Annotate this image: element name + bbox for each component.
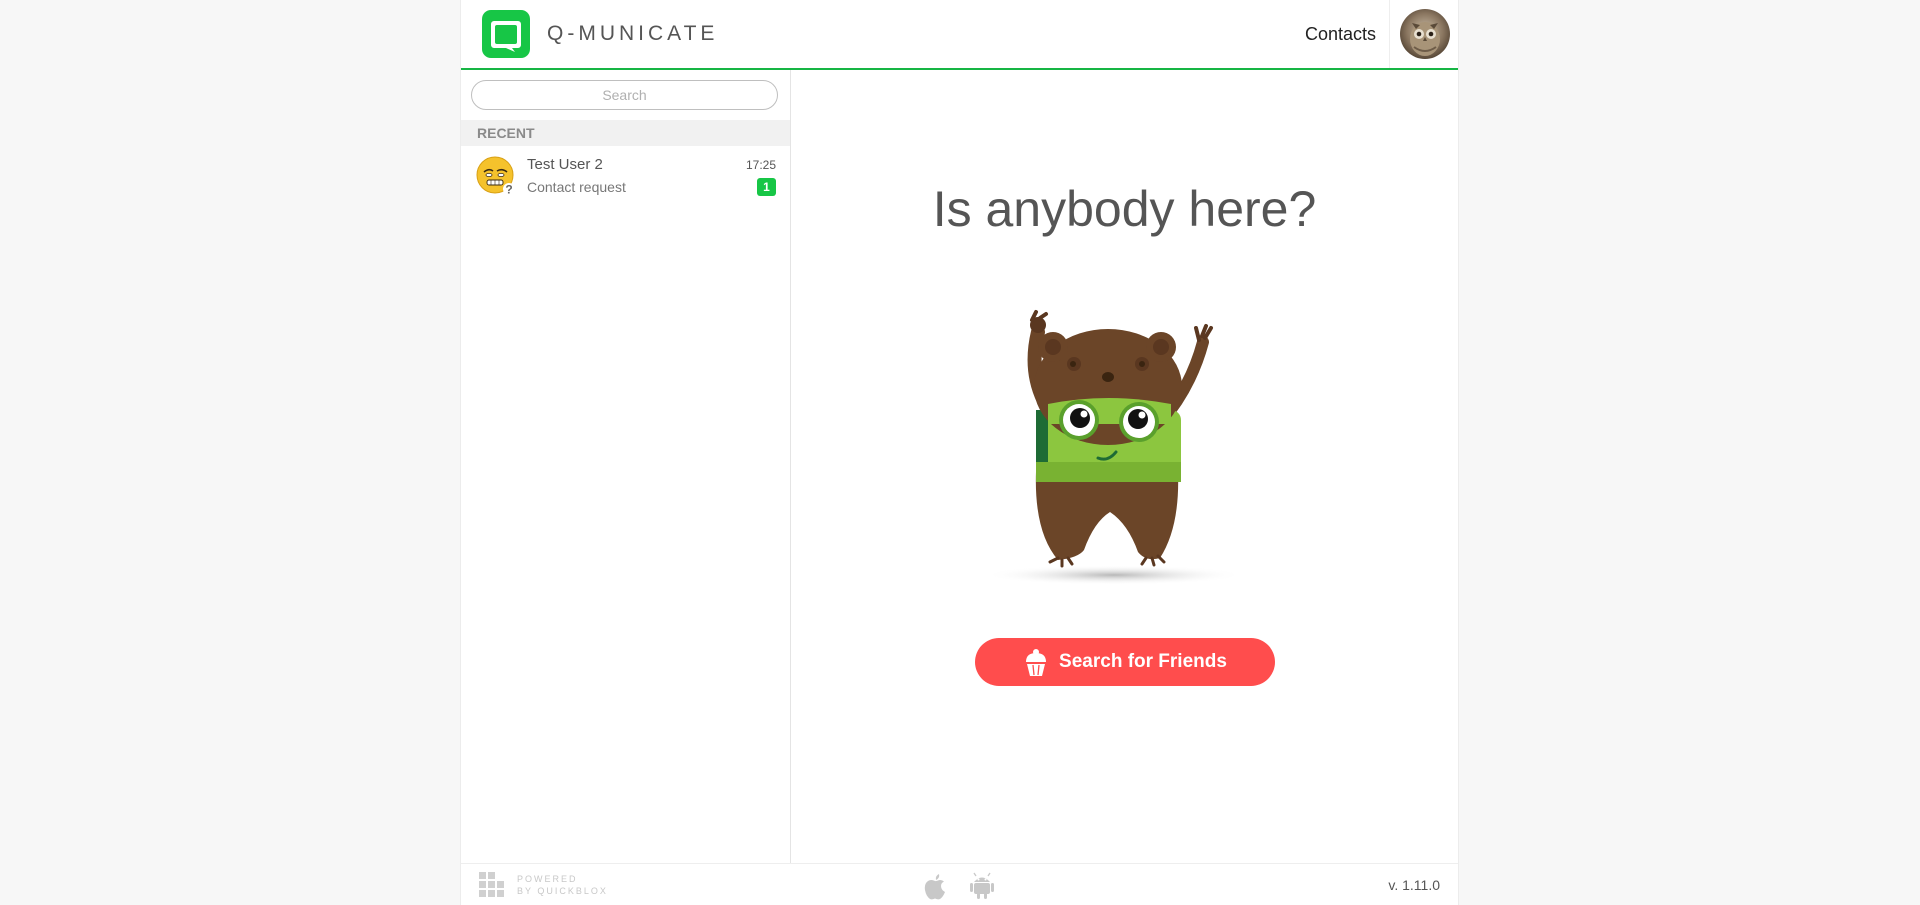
qmunicate-logo-icon[interactable] bbox=[482, 10, 530, 58]
contacts-link[interactable]: Contacts bbox=[1305, 24, 1376, 45]
header-divider bbox=[1389, 0, 1390, 68]
bear-mascot-illustration bbox=[984, 310, 1244, 585]
recent-section-header: RECENT bbox=[461, 120, 790, 146]
empty-state-title: Is anybody here? bbox=[932, 181, 1317, 237]
cupcake-icon bbox=[1026, 649, 1047, 676]
quickblox-logo-icon[interactable] bbox=[479, 872, 505, 898]
dialog-item[interactable]: ? Test User 2 17:25 Contact request 1 bbox=[461, 150, 790, 204]
powered-line-1: POWERED bbox=[517, 874, 578, 884]
contact-avatar: ? bbox=[476, 156, 515, 197]
footer: POWERED BY QUICKBLOX v. 1.11.0 bbox=[461, 863, 1458, 905]
apple-icon[interactable] bbox=[922, 872, 948, 900]
main-panel: Is anybody here? Search for Friends bbox=[791, 70, 1458, 863]
android-icon[interactable] bbox=[969, 872, 995, 900]
dialog-name: Test User 2 bbox=[527, 156, 603, 173]
user-avatar[interactable] bbox=[1400, 9, 1450, 59]
search-for-friends-label: Search for Friends bbox=[1059, 651, 1227, 672]
search-for-friends-button[interactable]: Search for Friends bbox=[975, 638, 1275, 686]
unread-badge: 1 bbox=[757, 178, 776, 196]
dialog-last-message: Contact request bbox=[527, 179, 626, 195]
header: Q-MUNICATE Contacts bbox=[461, 0, 1458, 70]
app-window: Q-MUNICATE Contacts Search RECENT ? Test… bbox=[460, 0, 1459, 905]
dialog-time: 17:25 bbox=[745, 158, 776, 172]
svg-text:?: ? bbox=[505, 183, 512, 197]
powered-by-text: POWERED BY QUICKBLOX bbox=[517, 873, 608, 897]
app-version: v. 1.11.0 bbox=[1388, 877, 1440, 893]
search-input[interactable] bbox=[471, 80, 778, 110]
powered-line-2: BY QUICKBLOX bbox=[517, 886, 608, 896]
brand-name: Q-MUNICATE bbox=[547, 22, 719, 45]
owl-avatar-image bbox=[1400, 9, 1450, 59]
sidebar: RECENT ? Test User 2 17:25 Contact reque… bbox=[461, 70, 791, 863]
